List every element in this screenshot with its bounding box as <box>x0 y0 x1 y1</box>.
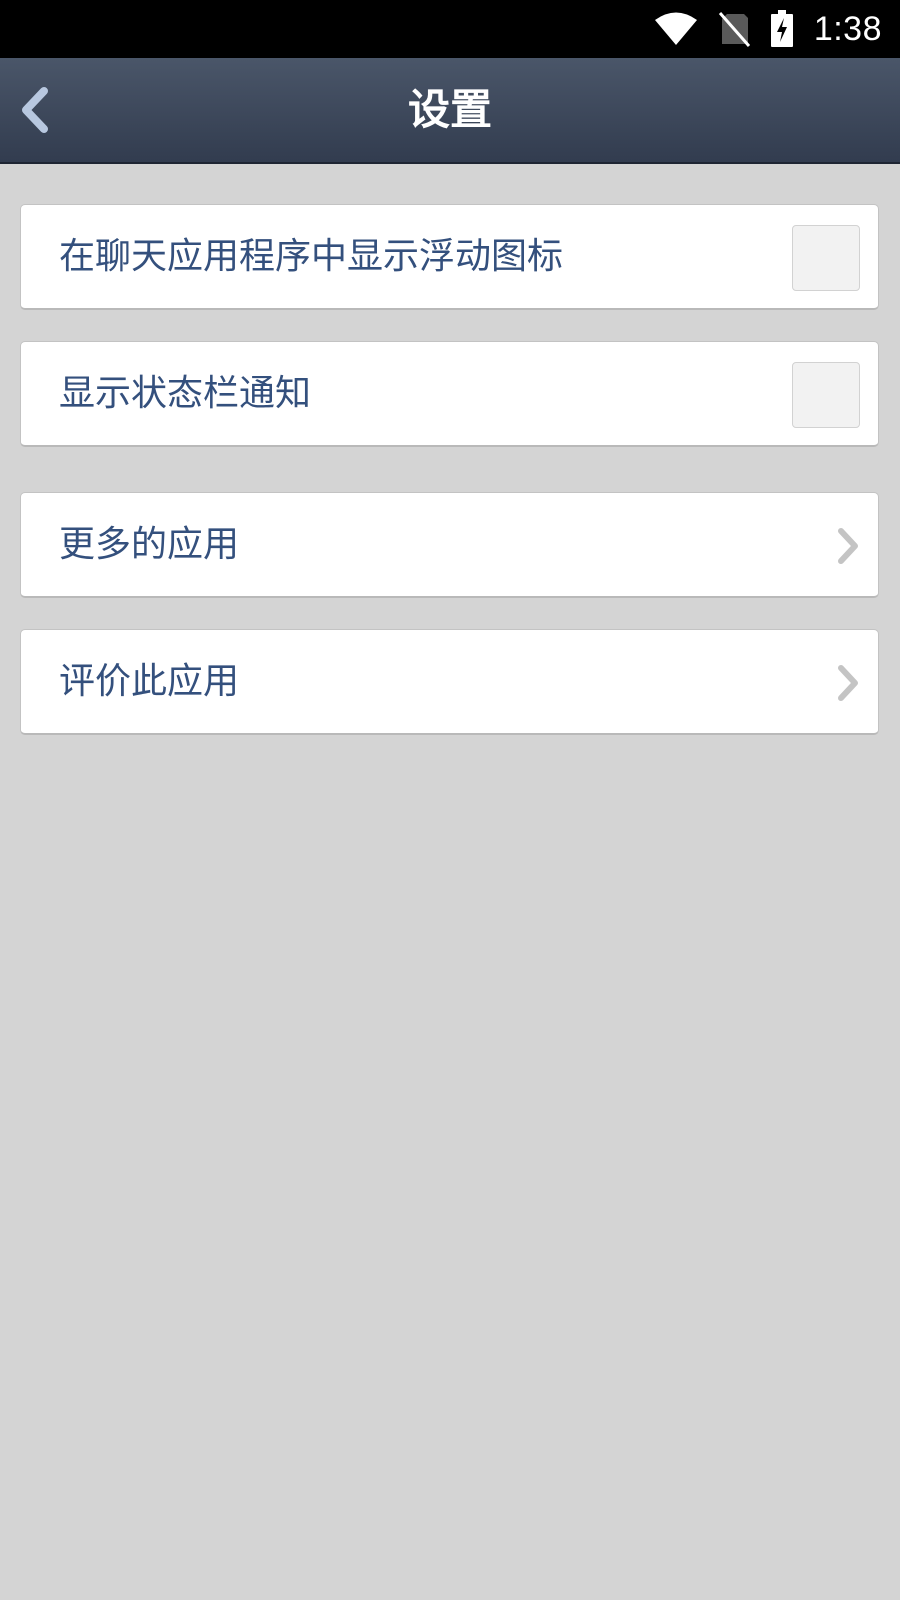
setting-status-bar-notification[interactable]: 显示状态栏通知 <box>20 341 879 447</box>
status-icons: 1:38 <box>654 0 882 58</box>
setting-label: 更多的应用 <box>59 524 240 565</box>
wifi-icon <box>654 12 697 45</box>
setting-more-apps[interactable]: 更多的应用 <box>20 492 879 598</box>
chevron-right-icon <box>838 528 858 564</box>
setting-floating-icon[interactable]: 在聊天应用程序中显示浮动图标 <box>20 204 879 310</box>
setting-label: 显示状态栏通知 <box>59 373 312 414</box>
chevron-left-icon <box>22 87 48 133</box>
page-title: 设置 <box>407 85 492 134</box>
status-bar: 1:38 <box>0 0 900 58</box>
battery-charging-icon <box>770 10 793 47</box>
setting-rate-app[interactable]: 评价此应用 <box>20 629 879 735</box>
title-bar: 设置 <box>0 58 900 164</box>
back-button[interactable] <box>8 81 62 139</box>
no-sim-icon <box>718 12 750 47</box>
status-time: 1:38 <box>813 9 882 48</box>
status-notification-checkbox[interactable] <box>792 362 860 428</box>
floating-icon-checkbox[interactable] <box>792 225 860 291</box>
setting-label: 评价此应用 <box>59 661 240 702</box>
setting-label: 在聊天应用程序中显示浮动图标 <box>59 236 564 277</box>
chevron-right-icon <box>838 665 858 701</box>
